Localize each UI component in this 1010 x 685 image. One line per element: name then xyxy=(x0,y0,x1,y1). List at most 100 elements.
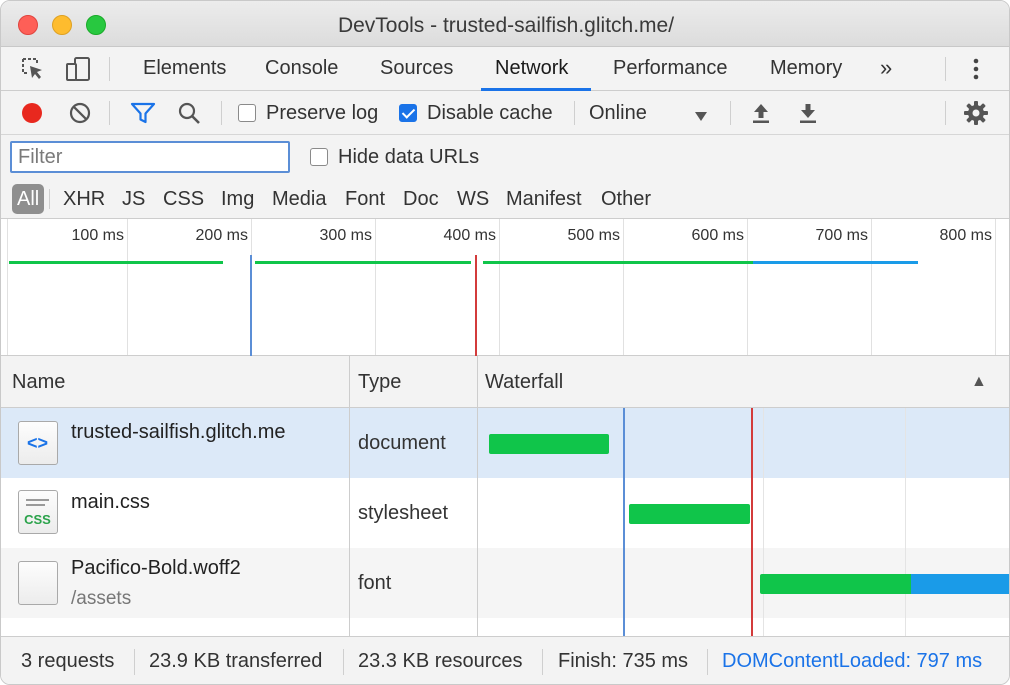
overview-load-marker xyxy=(475,255,477,356)
tab-sources[interactable]: Sources xyxy=(378,47,455,91)
panel-tab-bar: Elements Console Sources Network Perform… xyxy=(1,47,1009,91)
hide-data-urls-checkbox[interactable] xyxy=(310,148,328,166)
overview-gridline xyxy=(499,219,500,355)
tab-network[interactable]: Network xyxy=(481,47,591,91)
toolbar-divider xyxy=(730,101,731,125)
font-file-icon xyxy=(18,561,58,605)
column-divider[interactable] xyxy=(477,356,478,408)
overview-gridline xyxy=(7,219,8,355)
toolbar-divider xyxy=(945,101,946,125)
devtools-window: DevTools - trusted-sailfish.glitch.me/ E… xyxy=(0,0,1010,685)
tick-label: 400 ms xyxy=(443,227,496,244)
preserve-log-label: Preserve log xyxy=(266,101,379,124)
overview-bar-font-waiting xyxy=(483,261,753,264)
filter-toggle-button[interactable] xyxy=(130,91,156,135)
type-filter-doc[interactable]: Doc xyxy=(403,184,439,214)
network-status-bar: 3 requests 23.9 KB transferred 23.3 KB r… xyxy=(1,636,1009,684)
type-filter-manifest[interactable]: Manifest xyxy=(506,184,582,214)
request-name: Pacifico-Bold.woff2 xyxy=(71,557,241,579)
title-bar: DevTools - trusted-sailfish.glitch.me/ xyxy=(1,1,1009,47)
toolbar-divider xyxy=(109,57,110,81)
download-arrow-icon xyxy=(800,104,816,123)
preserve-log-toggle[interactable]: Preserve log xyxy=(238,91,378,135)
clear-icon xyxy=(69,102,91,124)
column-divider xyxy=(477,408,478,636)
toolbar-divider xyxy=(109,101,110,125)
requests-table-body: <> trusted-sailfish.glitch.me document C… xyxy=(1,408,1009,636)
waterfall-gridline xyxy=(763,408,764,636)
window-title: DevTools - trusted-sailfish.glitch.me/ xyxy=(337,14,675,37)
import-har-button[interactable] xyxy=(751,91,771,135)
status-divider xyxy=(542,649,543,675)
type-filter-img[interactable]: Img xyxy=(221,184,254,214)
type-filter-ws[interactable]: WS xyxy=(457,184,489,214)
tab-elements[interactable]: Elements xyxy=(141,47,228,91)
type-filter-media[interactable]: Media xyxy=(272,184,326,214)
overview-bar-stylesheet xyxy=(255,261,471,264)
record-button[interactable] xyxy=(20,91,44,135)
tick-label: 100 ms xyxy=(71,227,124,244)
type-filter-js[interactable]: JS xyxy=(122,184,145,214)
network-overview-timeline[interactable]: 100 ms 200 ms 300 ms 400 ms 500 ms 600 m… xyxy=(1,219,1009,356)
throttling-select[interactable]: Online xyxy=(589,91,713,135)
type-filter-all[interactable]: All xyxy=(12,184,45,214)
tick-label: 300 ms xyxy=(319,227,372,244)
inspect-element-icon[interactable] xyxy=(15,47,51,91)
svg-text:<>: <> xyxy=(27,433,48,453)
request-type: stylesheet xyxy=(358,502,449,524)
upload-arrow-icon xyxy=(753,104,769,123)
column-header-type[interactable]: Type xyxy=(358,356,401,408)
type-filter-css[interactable]: CSS xyxy=(163,184,204,214)
network-settings-button[interactable] xyxy=(963,91,989,135)
tab-console[interactable]: Console xyxy=(263,47,340,91)
clear-button[interactable] xyxy=(68,91,92,135)
status-divider xyxy=(134,649,135,675)
export-har-button[interactable] xyxy=(798,91,818,135)
request-path: /assets xyxy=(71,588,132,609)
filter-bar: Hide data URLs xyxy=(1,135,1009,179)
gear-icon xyxy=(964,101,988,125)
more-tabs-chevron-icon[interactable]: » xyxy=(878,47,894,91)
chevron-down-icon xyxy=(695,108,707,126)
toolbar-divider xyxy=(221,101,222,125)
search-icon xyxy=(178,102,200,124)
status-requests: 3 requests xyxy=(21,650,115,672)
disable-cache-checkbox[interactable] xyxy=(399,104,417,122)
overview-domcontentloaded-marker xyxy=(250,255,252,356)
status-resources: 23.3 KB resources xyxy=(358,650,523,672)
column-header-waterfall[interactable]: Waterfall xyxy=(485,356,563,408)
device-toolbar-icon[interactable] xyxy=(59,47,97,91)
preserve-log-checkbox[interactable] xyxy=(238,104,256,122)
overview-gridline xyxy=(375,219,376,355)
request-type: font xyxy=(358,572,392,594)
type-filter-other[interactable]: Other xyxy=(601,184,651,214)
table-row[interactable]: CSS main.css stylesheet xyxy=(1,478,1009,548)
waterfall-bar-stylesheet xyxy=(629,504,750,524)
tick-label: 600 ms xyxy=(691,227,744,244)
overview-bar-font-download xyxy=(753,261,918,264)
column-header-name[interactable]: Name xyxy=(12,356,65,408)
search-button[interactable] xyxy=(177,91,201,135)
html-document-icon: <> xyxy=(18,421,58,465)
column-divider xyxy=(349,408,350,636)
type-filter-font[interactable]: Font xyxy=(345,184,385,214)
toolbar-divider xyxy=(945,57,946,81)
type-filter-xhr[interactable]: XHR xyxy=(63,184,105,214)
tick-label: 500 ms xyxy=(567,227,620,244)
hide-data-urls-toggle[interactable]: Hide data URLs xyxy=(310,135,479,179)
funnel-icon xyxy=(130,102,156,124)
waterfall-bar-document xyxy=(489,434,609,454)
css-file-icon: CSS xyxy=(18,490,58,534)
column-divider[interactable] xyxy=(349,356,350,408)
tab-memory[interactable]: Memory xyxy=(768,47,844,91)
disable-cache-toggle[interactable]: Disable cache xyxy=(399,91,553,135)
tick-label: 200 ms xyxy=(195,227,248,244)
resource-type-filters: All XHR JS CSS Img Media Font Doc WS Man… xyxy=(1,179,1009,219)
filter-input[interactable] xyxy=(10,141,290,173)
tab-performance[interactable]: Performance xyxy=(611,47,730,91)
tick-label: 800 ms xyxy=(939,227,992,244)
sort-ascending-icon[interactable]: ▲ xyxy=(971,356,987,408)
overview-gridline xyxy=(623,219,624,355)
more-options-kebab-icon[interactable] xyxy=(959,47,993,91)
status-transferred: 23.9 KB transferred xyxy=(149,650,323,672)
